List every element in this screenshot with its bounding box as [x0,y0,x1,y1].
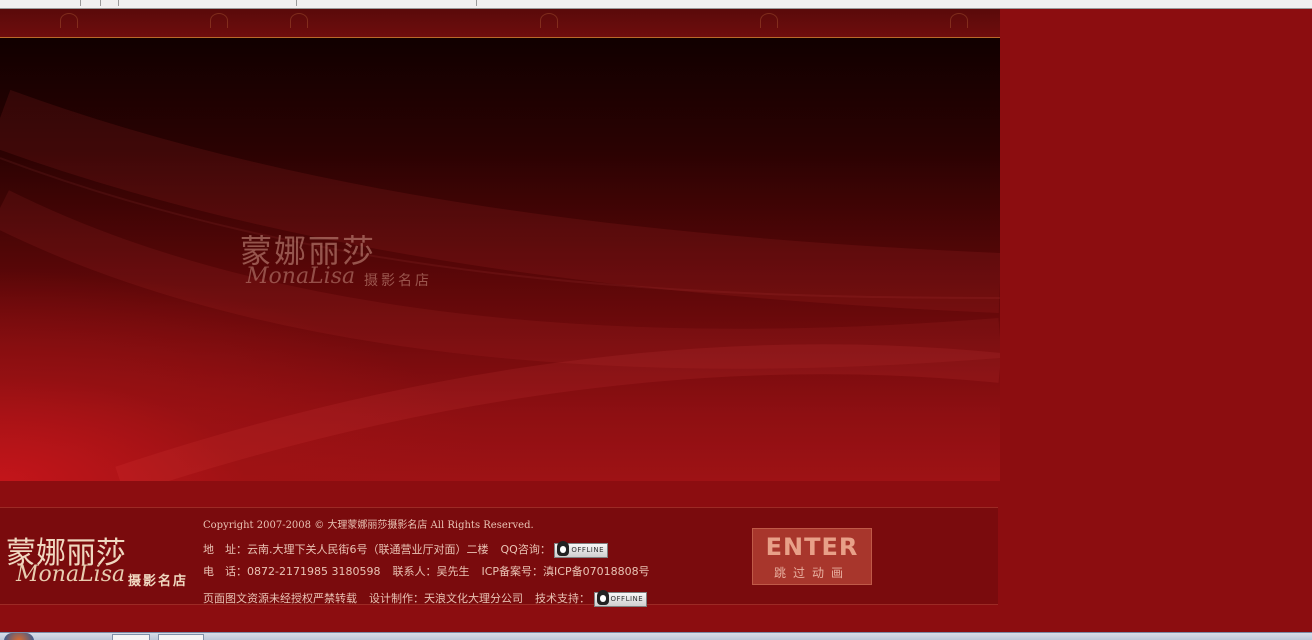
divider-band [0,481,1000,507]
support-label: 技术支持： [535,592,590,605]
address-line: 地 址：云南.大理下关人民街6号（联通营业厅对面）二楼 QQ咨询： OFFLINE [203,540,609,558]
intro-flash-banner: 蒙娜丽莎 MonaLisa 摄影名店 [0,38,1000,481]
phone-label: 电 话： [203,565,247,578]
ornament-icon [760,13,778,28]
qq-penguin-icon [596,589,609,605]
address-value: 云南.大理下关人民街6号（联通营业厅对面）二楼 [247,543,489,556]
taskbar-item[interactable] [112,634,150,640]
page: 蒙娜丽莎 MonaLisa 摄影名店 蒙娜丽莎 MonaLisa 摄影名店 Co… [0,0,1312,640]
notice-line: 页面图文资源未经授权严禁转载 设计制作：天浪文化大理分公司 技术支持： OFFLIN… [203,589,648,607]
ornament-icon [60,13,78,28]
chrome-tab-segment [100,0,119,6]
tech-support-qq-button[interactable]: OFFLINE [593,589,648,607]
taskbar-item[interactable] [158,634,204,640]
ornament-icon [950,13,968,28]
chrome-tab-segment [296,0,477,6]
icp-link[interactable]: 滇ICP备07018808号 [543,565,650,578]
phone-line: 电 话：0872-2171985 3180598 联系人：吴先生 ICP备案号：滇I… [203,563,650,579]
icp-label: ICP备案号： [481,565,544,578]
footer-logo: 蒙娜丽莎 MonaLisa 摄影名店 [6,528,196,594]
copyright-text: Copyright 2007-2008 © 大理蒙娜丽莎摄影名店 All Rig… [203,520,534,531]
qq-penguin-icon [557,540,570,556]
start-orb-icon[interactable] [4,633,34,640]
hero-logo-script: MonaLisa [246,264,356,289]
footer-logo-script: MonaLisa [16,562,126,587]
hero-logo-sub: 摄影名店 [364,273,432,289]
skip-animation-label: 跳过动画 [773,566,850,580]
qq-status: OFFLINE [571,545,605,554]
design-label: 设计制作： [369,592,424,605]
header-ornament-strip [0,9,1000,38]
contact-value: 吴先生 [436,565,470,578]
hero-swirl-graphic [0,89,1000,481]
site-footer: 蒙娜丽莎 MonaLisa 摄影名店 Copyright 2007-2008 ©… [0,507,998,607]
chrome-tab-segment [118,0,297,6]
chrome-tab-segment [0,0,81,6]
footer-logo-sub: 摄影名店 [128,574,189,589]
copyright-notice: 页面图文资源未经授权严禁转载 [203,592,357,605]
phone-value: 0872-2171985 3180598 [247,565,381,578]
contact-label: 联系人： [392,565,437,578]
ornament-icon [210,13,228,28]
os-taskbar [0,632,1312,640]
browser-chrome-top [0,0,1312,9]
qq-label: QQ咨询： [500,543,551,556]
support-status: OFFLINE [610,594,644,603]
enter-label: ENTER [765,533,859,561]
chrome-tab-segment [80,0,101,6]
address-label: 地 址： [203,543,247,556]
hero-logo: 蒙娜丽莎 MonaLisa 摄影名店 [240,226,440,296]
ornament-icon [540,13,558,28]
enter-skip-intro-button[interactable]: ENTER 跳过动画 [752,528,872,585]
ornament-icon [290,13,308,28]
design-link[interactable]: 天浪文化大理分公司 [424,592,523,605]
qq-consult-button[interactable]: OFFLINE [554,540,609,558]
